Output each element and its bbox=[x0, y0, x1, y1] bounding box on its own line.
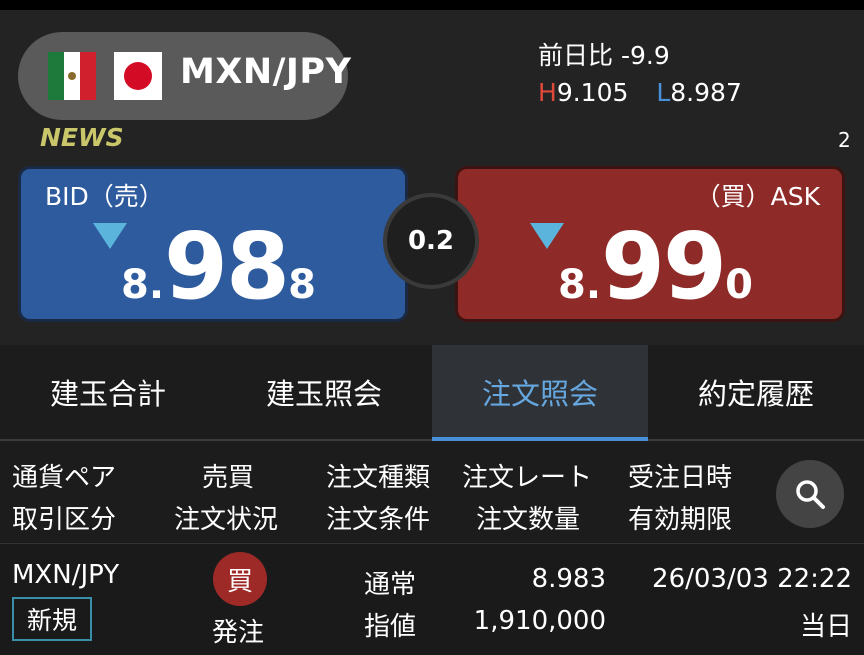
bid-price: 8. 98 8 bbox=[121, 221, 316, 313]
ask-price: 8. 99 0 bbox=[558, 221, 753, 313]
currency-pair-name: MXN/JPY bbox=[180, 52, 352, 92]
japan-flag-icon bbox=[114, 52, 162, 100]
order-condition: 指値 bbox=[364, 612, 417, 642]
col-header-order-kind: 注文種類 bbox=[326, 463, 431, 493]
order-quantity: 1,910,000 bbox=[473, 606, 606, 636]
col-header-order-status: 注文状況 bbox=[174, 505, 279, 535]
bid-button[interactable]: BID（売） 8. 98 8 bbox=[18, 166, 408, 322]
bid-price-main: 98 bbox=[164, 213, 290, 320]
tab-bar: 建玉合計 建玉照会 注文照会 約定履歴 bbox=[0, 345, 864, 441]
tab-order-inquiry[interactable]: 注文照会 bbox=[432, 345, 648, 441]
bid-price-pip: 8 bbox=[288, 262, 316, 308]
order-row[interactable]: MXN/JPY 新規 買 発注 通常 指値 8.983 1,910,000 26… bbox=[0, 543, 864, 655]
order-pair: MXN/JPY bbox=[12, 560, 120, 590]
day-change-label: 前日比 bbox=[538, 41, 614, 70]
col-header-order-quantity: 注文数量 bbox=[476, 505, 581, 535]
tab-execution-history[interactable]: 約定履歴 bbox=[648, 345, 864, 439]
high-value: 9.105 bbox=[556, 78, 629, 107]
day-change: 前日比 -9.9 bbox=[538, 36, 670, 72]
order-rate: 8.983 bbox=[531, 564, 606, 594]
high-label: H bbox=[538, 78, 557, 107]
col-header-order-datetime: 受注日時 bbox=[628, 463, 733, 493]
news-ticker[interactable]: 2 bbox=[838, 128, 851, 152]
mexico-flag-icon bbox=[48, 52, 96, 100]
bid-price-prefix: 8. bbox=[121, 262, 165, 308]
bid-label: BID（売） bbox=[45, 182, 164, 211]
col-header-pair: 通貨ペア bbox=[12, 463, 117, 493]
ask-button[interactable]: （買）ASK 8. 99 0 bbox=[455, 166, 845, 322]
search-icon bbox=[796, 480, 825, 509]
col-header-expiry: 有効期限 bbox=[628, 505, 733, 535]
spread-indicator: 0.2 bbox=[383, 193, 479, 289]
col-header-trade-type: 取引区分 bbox=[12, 505, 117, 535]
status-strip bbox=[0, 0, 864, 10]
ask-label: （買）ASK bbox=[695, 182, 820, 211]
col-header-order-rate: 注文レート bbox=[462, 463, 593, 493]
tab-position-inquiry[interactable]: 建玉照会 bbox=[216, 345, 432, 439]
tab-position-summary[interactable]: 建玉合計 bbox=[0, 345, 216, 439]
order-expiry: 当日 bbox=[799, 612, 852, 642]
currency-pair-selector[interactable]: MXN/JPY bbox=[18, 32, 352, 120]
ask-price-main: 99 bbox=[601, 213, 727, 320]
search-button[interactable] bbox=[776, 460, 844, 528]
high-low: H9.105 L8.987 bbox=[538, 78, 742, 107]
order-datetime: 26/03/03 22:22 bbox=[652, 564, 852, 594]
rate-header: MXN/JPY 前日比 -9.9 H9.105 L8.987 NEWS 2 BI… bbox=[0, 10, 864, 345]
trade-type-badge: 新規 bbox=[12, 597, 92, 641]
low-value: 8.987 bbox=[670, 78, 742, 107]
ask-price-pip: 0 bbox=[725, 262, 753, 308]
day-change-value: -9.9 bbox=[620, 41, 670, 70]
column-headers: 通貨ペア 取引区分 売買 注文状況 注文種類 注文条件 注文レート 注文数量 受… bbox=[0, 443, 864, 543]
side-badge: 買 bbox=[213, 552, 267, 606]
col-header-side: 売買 bbox=[202, 463, 255, 493]
order-status: 発注 bbox=[212, 618, 265, 648]
order-kind: 通常 bbox=[364, 570, 417, 600]
col-header-order-condition: 注文条件 bbox=[326, 505, 431, 535]
ask-price-prefix: 8. bbox=[558, 262, 602, 308]
news-label[interactable]: NEWS bbox=[40, 123, 124, 152]
low-label: L bbox=[656, 78, 671, 107]
